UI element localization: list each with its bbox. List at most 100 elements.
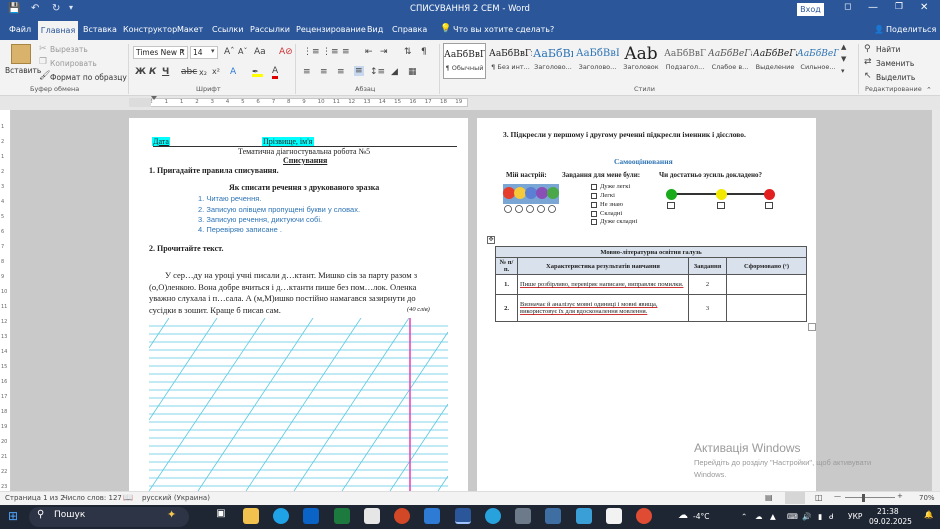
subscript-icon[interactable]: x₂ bbox=[199, 68, 207, 77]
taskbar-search[interactable] bbox=[29, 507, 189, 527]
volume-icon[interactable]: 🔊 bbox=[802, 512, 811, 521]
zoom-slider[interactable] bbox=[845, 497, 895, 498]
pilcrow-icon[interactable]: ¶ bbox=[421, 47, 427, 57]
bullets-icon[interactable]: ⋮≡ bbox=[303, 47, 320, 57]
zoom-level[interactable]: 70% bbox=[919, 494, 935, 502]
ribbon-display-options-icon[interactable]: ◻ bbox=[844, 2, 851, 12]
telegram-icon[interactable] bbox=[485, 508, 501, 524]
decrease-indent-icon[interactable]: ⇤ bbox=[365, 47, 373, 57]
format-painter-button[interactable]: Формат по образцу bbox=[50, 73, 127, 82]
align-center-icon[interactable]: ≡ bbox=[320, 67, 328, 77]
style-heading2[interactable]: АаБбВвГ Заголово... bbox=[576, 43, 619, 79]
text-effects-icon[interactable]: A bbox=[230, 67, 236, 77]
tab-layout[interactable]: Макет bbox=[177, 25, 203, 34]
print-layout-icon[interactable] bbox=[785, 492, 805, 504]
zoom-in-icon[interactable]: + bbox=[897, 492, 903, 500]
battery-icon[interactable]: ▮ bbox=[818, 512, 822, 521]
clock-time[interactable]: 21:38 bbox=[877, 507, 899, 516]
input-language[interactable]: УКР bbox=[848, 512, 862, 521]
tab-view[interactable]: Вид bbox=[367, 25, 383, 34]
task-view-icon[interactable]: ▣ bbox=[213, 508, 229, 524]
sort-icon[interactable]: ⇅ bbox=[404, 47, 412, 57]
zoom-out-icon[interactable]: — bbox=[834, 492, 841, 500]
minimize-icon[interactable]: — bbox=[868, 2, 878, 13]
edge-icon[interactable] bbox=[273, 508, 289, 524]
word-count[interactable]: Число слов: 127 bbox=[63, 494, 122, 502]
style-subtitle[interactable]: АаБбВвГ Подзагол... bbox=[664, 43, 706, 79]
style-emphasis[interactable]: АаБбВеГг,Выделение bbox=[753, 43, 797, 79]
page-count[interactable]: Страница 1 из 2 bbox=[5, 494, 65, 502]
excel-icon[interactable] bbox=[334, 508, 350, 524]
justify-icon[interactable]: ≡ bbox=[354, 66, 364, 76]
app-icon[interactable] bbox=[606, 508, 622, 524]
strikethrough-icon[interactable]: abc bbox=[181, 67, 197, 77]
file-explorer-icon[interactable] bbox=[243, 508, 259, 524]
style-normal[interactable]: АаБбВвГг,¶ Обычный bbox=[443, 43, 486, 79]
horizontal-ruler[interactable]: 12112345678910111213141516171819 bbox=[129, 98, 468, 107]
styles-scroll-down-icon[interactable]: ▼ bbox=[841, 55, 846, 63]
tell-me-search[interactable]: Что вы хотите сделать? bbox=[453, 25, 554, 34]
superscript-icon[interactable]: x² bbox=[212, 67, 220, 76]
shading-icon[interactable]: ◢ bbox=[391, 67, 398, 77]
style-subtle-emphasis[interactable]: АаБбВеГг,Слабое в... bbox=[708, 43, 752, 79]
find-button[interactable]: Найти bbox=[876, 45, 900, 54]
language[interactable]: русский (Украина) bbox=[142, 494, 210, 502]
share-button[interactable]: Поделиться bbox=[886, 25, 936, 34]
style-title[interactable]: Aab Заголовок bbox=[621, 43, 661, 79]
restore-icon[interactable]: ❐ bbox=[895, 2, 903, 12]
checkbox[interactable] bbox=[591, 184, 597, 190]
borders-icon[interactable]: ▦ bbox=[408, 67, 417, 77]
tab-review[interactable]: Рецензирование bbox=[296, 25, 366, 34]
tab-help[interactable]: Справка bbox=[392, 25, 427, 34]
weather-temp[interactable]: -4°C bbox=[693, 512, 709, 521]
checkbox[interactable] bbox=[591, 211, 597, 217]
copy-button[interactable]: Копировать bbox=[50, 59, 97, 68]
store-icon[interactable] bbox=[364, 508, 380, 524]
weather-icon[interactable]: ☁ bbox=[678, 510, 688, 521]
increase-indent-icon[interactable]: ⇥ bbox=[380, 47, 388, 57]
line-spacing-icon[interactable]: ↕≡ bbox=[370, 67, 385, 77]
checkbox[interactable] bbox=[765, 202, 773, 209]
zoom-slider-thumb[interactable] bbox=[862, 494, 865, 502]
web-layout-icon[interactable]: ◫ bbox=[815, 493, 823, 502]
checkbox[interactable] bbox=[667, 202, 675, 209]
powerpoint-icon[interactable] bbox=[394, 508, 410, 524]
shrink-font-icon[interactable]: Aˇ bbox=[238, 47, 247, 56]
tab-insert[interactable]: Вставка bbox=[83, 25, 117, 34]
highlight-color-icon[interactable]: ✒ bbox=[252, 67, 263, 77]
font-name-select[interactable]: Times New R bbox=[133, 46, 188, 59]
tab-home[interactable]: Главная bbox=[38, 21, 78, 40]
select-button[interactable]: Выделить bbox=[876, 73, 915, 82]
table-resize-handle[interactable] bbox=[808, 323, 816, 331]
change-case-icon[interactable]: Aa bbox=[254, 47, 266, 57]
styles-more-icon[interactable]: ▾ bbox=[841, 67, 845, 75]
checkbox[interactable] bbox=[591, 202, 597, 208]
outlook-icon[interactable] bbox=[303, 508, 319, 524]
close-icon[interactable]: ✕ bbox=[920, 2, 928, 13]
multilevel-list-icon[interactable]: ≡ bbox=[342, 47, 350, 57]
clear-format-icon[interactable]: A⊘ bbox=[279, 47, 293, 57]
tray-app-icon[interactable]: ☁ bbox=[755, 512, 763, 521]
tab-file[interactable]: Файл bbox=[9, 25, 31, 34]
checkbox[interactable] bbox=[591, 193, 597, 199]
tab-references[interactable]: Ссылки bbox=[212, 25, 243, 34]
paste-icon[interactable] bbox=[11, 44, 31, 64]
style-no-spacing[interactable]: АаБбВвГг,¶ Без инт... bbox=[489, 43, 532, 79]
grow-font-icon[interactable]: Aˆ bbox=[224, 47, 235, 57]
show-hidden-icons-icon[interactable]: ⌃ bbox=[741, 512, 747, 521]
downloads-icon[interactable] bbox=[424, 508, 440, 524]
mood-checkboxes[interactable] bbox=[503, 204, 559, 214]
clock-date[interactable]: 09.02.2025 bbox=[869, 517, 912, 526]
read-mode-icon[interactable]: ▤ bbox=[765, 493, 773, 502]
vertical-ruler[interactable]: 1 2 1 2 3 4 5 6 7 8 9 10 11 12 13 14 15 16 17 18 19 20 21 22 23 bbox=[0, 110, 11, 491]
collapse-ribbon-icon[interactable]: ⌃ bbox=[926, 86, 932, 94]
font-color-icon[interactable]: A bbox=[272, 66, 279, 79]
notifications-icon[interactable]: 🔔 bbox=[924, 510, 933, 519]
replace-button[interactable]: Заменить bbox=[876, 59, 914, 68]
align-right-icon[interactable]: ≡ bbox=[337, 67, 345, 77]
checkbox[interactable] bbox=[591, 219, 597, 225]
copilot-icon[interactable]: ✦ bbox=[167, 508, 176, 521]
tab-mailings[interactable]: Рассылки bbox=[250, 25, 290, 34]
table-move-handle-icon[interactable]: ✥ bbox=[487, 236, 495, 244]
app-icon[interactable] bbox=[576, 508, 592, 524]
